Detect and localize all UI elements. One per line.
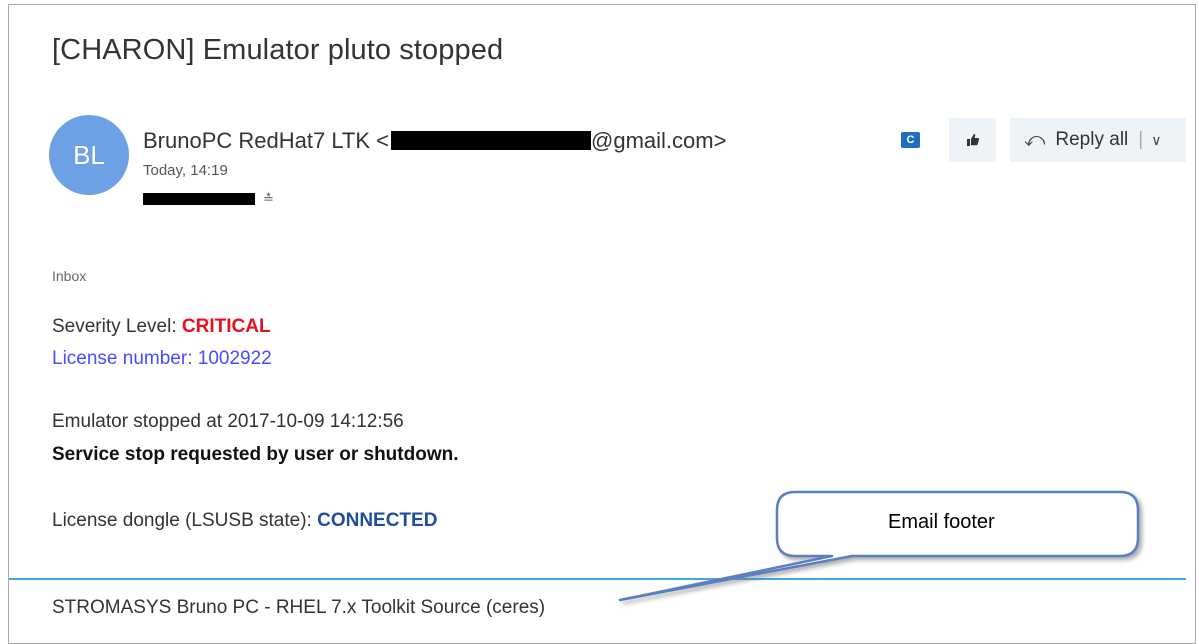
expand-recipients-icon[interactable]: ≛ [263, 191, 274, 207]
severity-label: Severity Level: [52, 316, 182, 337]
email-subject: [CHARON] Emulator pluto stopped [52, 34, 504, 66]
severity-value: CRITICAL [181, 316, 271, 337]
sender-avatar[interactable]: BL [49, 115, 129, 195]
sender-line[interactable]: BrunoPC RedHat7 LTK < @gmail.com> [143, 128, 726, 154]
button-separator: | [1138, 129, 1144, 150]
sender-name: BrunoPC RedHat7 LTK < [143, 128, 389, 153]
callout-text: Email footer [888, 511, 995, 533]
license-number-line: License number: 1002922 [52, 348, 272, 369]
reply-all-button[interactable]: ⤺ Reply all | ∨ [1010, 118, 1186, 162]
like-button[interactable] [949, 118, 996, 162]
dongle-state-line: License dongle (LSUSB state): CONNECTED [52, 510, 437, 532]
outlook-icon[interactable]: C [901, 132, 920, 148]
reply-all-label: Reply all [1055, 129, 1129, 150]
emulator-stopped-line: Emulator stopped at 2017-10-09 14:12:56 [52, 411, 404, 432]
dongle-state-value: CONNECTED [317, 510, 438, 531]
thumbs-up-icon [966, 134, 979, 146]
severity-line: Severity Level: CRITICAL [52, 316, 271, 338]
folder-label: Inbox [52, 268, 87, 284]
recipient-line[interactable]: ≛ [143, 191, 274, 207]
redacted-recipient [143, 193, 255, 205]
dongle-label: License dongle (LSUSB state): [52, 510, 318, 531]
email-footer: STROMASYS Bruno PC - RHEL 7.x Toolkit So… [52, 597, 546, 618]
sender-email-domain: @gmail.com> [591, 128, 727, 153]
redacted-email-local-part [391, 131, 591, 150]
service-stop-line: Service stop requested by user or shutdo… [52, 444, 459, 465]
chevron-down-icon[interactable]: ∨ [1151, 132, 1161, 149]
email-date: Today, 14:19 [143, 162, 228, 179]
reply-all-icon: ⤺ [1024, 128, 1046, 151]
footer-divider [9, 578, 1186, 580]
